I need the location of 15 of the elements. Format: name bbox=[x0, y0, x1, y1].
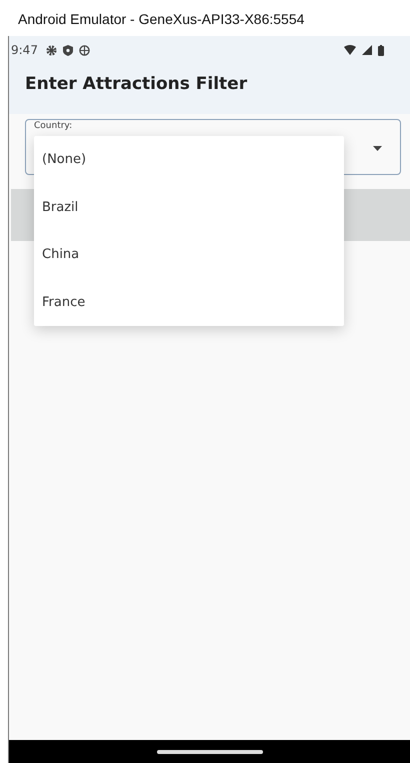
signal-icon bbox=[362, 45, 372, 55]
home-handle[interactable] bbox=[156, 750, 262, 754]
caret-icon bbox=[373, 146, 382, 151]
globe-icon bbox=[78, 44, 90, 56]
wifi-icon bbox=[344, 45, 356, 55]
dropdown-option[interactable]: France bbox=[34, 278, 344, 326]
shield-icon bbox=[62, 44, 73, 56]
status-time: 9:47 bbox=[11, 43, 38, 57]
gear-icon bbox=[46, 44, 57, 56]
window-title: Android Emulator - GeneXus-API33-X86:5554 bbox=[17, 10, 306, 29]
battery-icon bbox=[378, 44, 384, 56]
app-title: Enter Attractions Filter bbox=[24, 73, 248, 96]
dropdown-option[interactable]: China bbox=[34, 231, 344, 278]
dropdown-option[interactable]: (None) bbox=[34, 136, 344, 184]
dropdown-option[interactable]: Brazil bbox=[34, 184, 344, 231]
